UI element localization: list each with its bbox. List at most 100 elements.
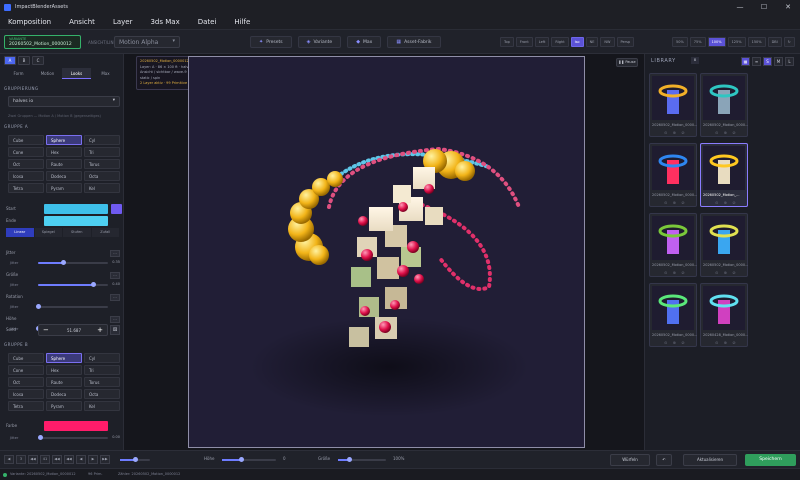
- param-options-button[interactable]: …: [110, 272, 120, 279]
- view-ne-button[interactable]: NE: [585, 37, 599, 47]
- shape-kel[interactable]: Kel: [84, 183, 120, 193]
- blend-stufen[interactable]: Stufen: [63, 228, 91, 237]
- seed-decrement-button[interactable]: −: [43, 326, 49, 334]
- blend-spiegel[interactable]: Spiegel: [34, 228, 62, 237]
- view-left-button[interactable]: Left: [534, 37, 550, 47]
- tab-asset-fabrik[interactable]: ▦ Asset-Fabrik: [387, 36, 441, 48]
- nav-button[interactable]: ▶: [88, 455, 98, 464]
- nav-button[interactable]: ◀: [76, 455, 86, 464]
- zoom-150-button[interactable]: 150%: [747, 37, 766, 47]
- shape-tetra[interactable]: Tetra: [8, 183, 44, 193]
- shape-oct[interactable]: Oct: [8, 159, 44, 169]
- view-nw-button[interactable]: NW: [600, 37, 615, 47]
- library-item-actions-icon[interactable]: ⊙ ⊕ ⊘: [664, 270, 687, 275]
- wuerfeln-button[interactable]: Würfeln: [610, 454, 650, 466]
- slider-knob[interactable]: [90, 282, 96, 287]
- hoehe-slider[interactable]: [222, 457, 276, 462]
- param-slider[interactable]: [38, 282, 108, 287]
- library-item[interactable]: 20260502_Motion_0000... ⊙ ⊕ ⊘: [649, 213, 697, 277]
- param-slider[interactable]: [38, 260, 108, 265]
- mode-c-button[interactable]: C: [32, 56, 44, 65]
- view-right-button[interactable]: Right: [551, 37, 569, 47]
- aktualisieren-button[interactable]: Aktualisieren: [683, 454, 737, 466]
- library-item[interactable]: 20260502_Motion_... ⊙ ⊕ ⊘: [700, 143, 748, 207]
- param-slider[interactable]: [36, 304, 108, 309]
- shape-octa[interactable]: Octa: [84, 171, 120, 181]
- color-picker-button[interactable]: [111, 204, 122, 214]
- menu-datei[interactable]: Datei: [198, 18, 217, 26]
- menu-layer[interactable]: Layer: [113, 18, 133, 26]
- shape-torus[interactable]: Torus: [84, 159, 120, 169]
- dice-icon[interactable]: ⚄: [110, 325, 120, 335]
- size-s-button[interactable]: S: [763, 57, 772, 66]
- nav-button[interactable]: ◀◀: [52, 455, 62, 464]
- size-m-button[interactable]: M: [774, 57, 783, 66]
- render-canvas[interactable]: [188, 56, 585, 448]
- shape-b-pyram[interactable]: Pyram: [46, 401, 82, 411]
- shape-b-dodeca[interactable]: Dodeca: [46, 389, 82, 399]
- tab-max-left[interactable]: Max: [91, 68, 120, 79]
- shape-b-cube[interactable]: Cube: [8, 353, 44, 363]
- zoom-125-button[interactable]: 125%: [727, 37, 746, 47]
- preset-select[interactable]: Motion Alpha ▾: [114, 36, 180, 48]
- groesse-slider[interactable]: [338, 457, 386, 462]
- slider-knob[interactable]: [239, 457, 244, 462]
- library-item-actions-icon[interactable]: ⊙ ⊕ ⊘: [715, 200, 738, 205]
- shape-b-icosa[interactable]: Icosa: [8, 389, 44, 399]
- shape-b-torus[interactable]: Torus: [84, 377, 120, 387]
- library-item-actions-icon[interactable]: ⊙ ⊕ ⊘: [664, 340, 687, 345]
- minimize-icon[interactable]: —: [728, 0, 752, 14]
- shape-pyram[interactable]: Pyram: [46, 183, 82, 193]
- library-item[interactable]: 20260502_Motion_0000... ⊙ ⊕ ⊘: [700, 73, 748, 137]
- nav-button[interactable]: 41: [40, 455, 50, 464]
- size-l-button[interactable]: L: [785, 57, 794, 66]
- library-item[interactable]: 20260502_Motion_0000... ⊙ ⊕ ⊘: [649, 143, 697, 207]
- variant-badge[interactable]: VARIANTE 20260502_Motion_0000012: [4, 35, 81, 49]
- menu-ansicht[interactable]: Ansicht: [69, 18, 95, 26]
- shape-tri[interactable]: Tri: [84, 147, 120, 157]
- undo-icon[interactable]: ↶: [656, 454, 672, 466]
- shape-b-kel[interactable]: Kel: [84, 401, 120, 411]
- shape-hex[interactable]: Hex: [46, 147, 82, 157]
- speichern-button[interactable]: Speichern: [745, 454, 796, 466]
- shape-dodeca[interactable]: Dodeca: [46, 171, 82, 181]
- reset-view-icon[interactable]: ↻: [783, 37, 795, 47]
- tab-motion[interactable]: Motion: [33, 68, 62, 79]
- mode-a-button[interactable]: A: [4, 56, 16, 65]
- slider-knob[interactable]: [60, 260, 66, 265]
- shape-cube[interactable]: Cube: [8, 135, 44, 145]
- view-top-button[interactable]: Top: [500, 37, 514, 47]
- library-item[interactable]: 20260502_Motion_0000... ⊙ ⊕ ⊘: [649, 73, 697, 137]
- grouping-select[interactable]: halves io ▾: [8, 96, 120, 107]
- farbe-jitter-slider[interactable]: [38, 435, 108, 440]
- library-item-actions-icon[interactable]: ⊙ ⊕ ⊘: [715, 130, 738, 135]
- tab-presets[interactable]: ✦ Presets: [250, 36, 292, 48]
- shape-b-raute[interactable]: Raute: [46, 377, 82, 387]
- start-color-swatch[interactable]: [44, 204, 108, 214]
- zoom-50-button[interactable]: 50%: [672, 37, 688, 47]
- menu-hilfe[interactable]: Hilfe: [234, 18, 250, 26]
- shape-cyl[interactable]: Cyl: [84, 135, 120, 145]
- list-view-icon[interactable]: ≡: [752, 57, 761, 66]
- tab-form[interactable]: Form: [4, 68, 33, 79]
- nav-button[interactable]: ◀◀: [28, 455, 38, 464]
- library-item-actions-icon[interactable]: ⊙ ⊕ ⊘: [715, 340, 738, 345]
- shape-b-cone[interactable]: Cone: [8, 365, 44, 375]
- blend-linear[interactable]: Linear: [6, 228, 34, 237]
- library-item-actions-icon[interactable]: ⊙ ⊕ ⊘: [715, 270, 738, 275]
- param-options-button[interactable]: …: [110, 316, 120, 323]
- library-item[interactable]: 20260428_Motion_0000... ⊙ ⊕ ⊘: [700, 283, 748, 347]
- library-item[interactable]: 20260502_Motion_0000... ⊙ ⊕ ⊘: [700, 213, 748, 277]
- view-persp-button[interactable]: Persp: [616, 37, 635, 47]
- shape-icosa[interactable]: Icosa: [8, 171, 44, 181]
- mode-b-button[interactable]: B: [18, 56, 30, 65]
- shape-b-tetra[interactable]: Tetra: [8, 401, 44, 411]
- library-item[interactable]: 20260502_Motion_0000... ⊙ ⊕ ⊘: [649, 283, 697, 347]
- param-options-button[interactable]: …: [110, 250, 120, 257]
- menu-3dsmax[interactable]: 3ds Max: [150, 18, 179, 26]
- tab-variante[interactable]: ◈ Variante: [297, 36, 342, 48]
- param-options-button[interactable]: …: [110, 294, 120, 301]
- grid-view-icon[interactable]: ▦: [741, 57, 750, 66]
- tab-max[interactable]: ◆ Max: [347, 36, 382, 48]
- shape-b-hex[interactable]: Hex: [46, 365, 82, 375]
